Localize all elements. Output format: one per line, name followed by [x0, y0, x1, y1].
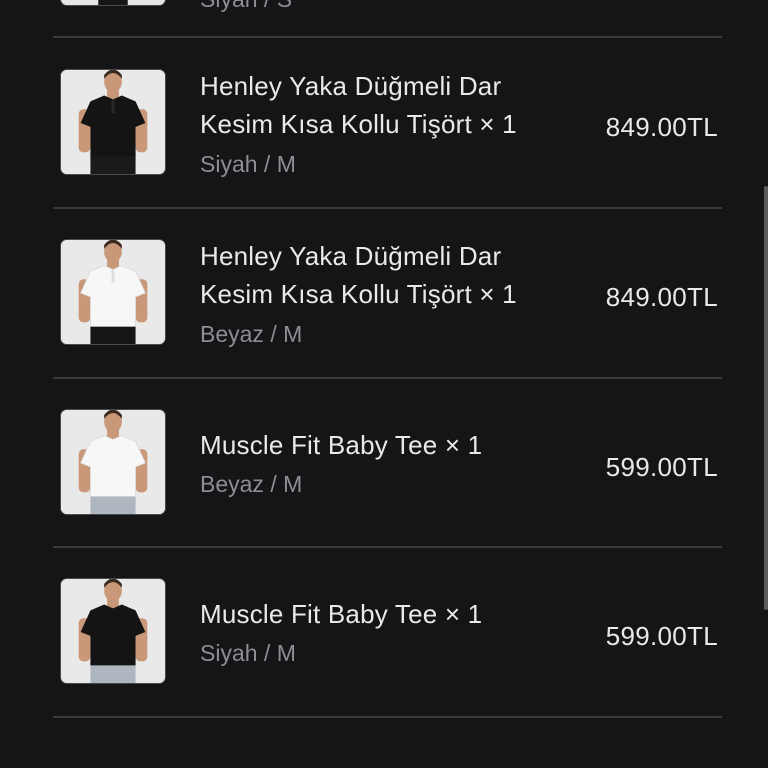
product-variant: Beyaz / M	[200, 471, 303, 497]
product-image[interactable]	[60, 578, 166, 684]
scrollbar[interactable]	[764, 186, 768, 610]
product-title: Henley Yaka Düğmeli Dar Kesim Kısa Kollu…	[200, 241, 517, 309]
product-photo	[61, 410, 165, 514]
product-image[interactable]	[60, 239, 166, 345]
product-title: Muscle Fit Baby Tee × 1	[200, 430, 483, 460]
product-image[interactable]	[60, 0, 166, 6]
product-variant: Beyaz / M	[200, 321, 303, 347]
product-photo	[61, 579, 165, 683]
product-image[interactable]	[60, 69, 166, 175]
product-photo	[61, 70, 165, 174]
product-title: Henley Yaka Düğmeli Dar Kesim Kısa Kollu…	[200, 71, 517, 139]
product-price: 849.00TL	[605, 282, 718, 312]
product-variant: Siyah / M	[200, 640, 296, 666]
divider	[53, 36, 722, 38]
divider	[53, 546, 722, 548]
divider	[53, 377, 722, 379]
product-price: 849.00TL	[605, 112, 718, 142]
cart-items-list: Siyah / S Henley Yaka Düğmeli Dar Kesim …	[0, 0, 768, 768]
product-variant: Siyah / S	[200, 0, 292, 14]
product-price: 599.00TL	[605, 621, 718, 651]
product-title: Muscle Fit Baby Tee × 1	[200, 599, 483, 629]
product-price: 599.00TL	[605, 452, 718, 482]
divider	[53, 207, 722, 209]
product-photo	[61, 240, 165, 344]
product-variant: Siyah / M	[200, 151, 296, 177]
divider	[53, 716, 722, 718]
product-image[interactable]	[60, 409, 166, 515]
